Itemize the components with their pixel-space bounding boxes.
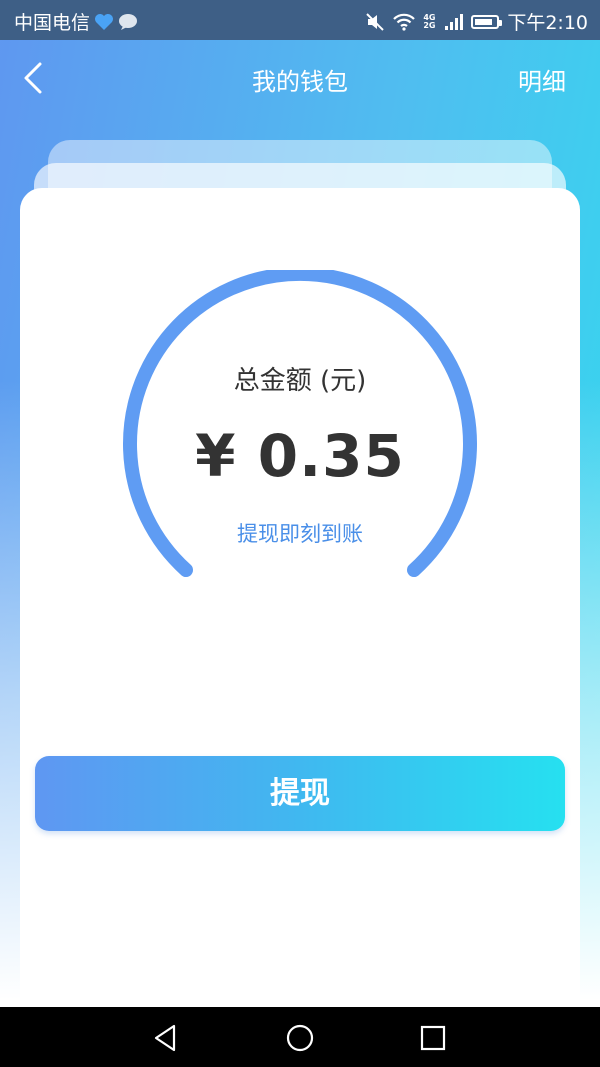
- header: 我的钱包 明细: [0, 40, 600, 118]
- status-bar: 中国电信 4G 2G 下午2:10: [0, 0, 600, 40]
- instant-arrival-note: 提现即刻到账: [237, 522, 363, 546]
- heart-icon: [94, 13, 114, 31]
- mute-icon: [365, 12, 385, 32]
- battery-level: [475, 18, 493, 25]
- circle-home-icon: [286, 1024, 314, 1052]
- detail-link[interactable]: 明细: [518, 62, 566, 97]
- wifi-icon: [393, 13, 416, 31]
- nav-back-button[interactable]: [150, 1021, 184, 1055]
- withdraw-button[interactable]: 提现: [35, 756, 565, 831]
- network-type: 4G 2G: [423, 12, 436, 30]
- wallet-card: 总金额 (元) ¥ 0.35 提现即刻到账 提现: [20, 188, 580, 1007]
- status-time: 下午2:10: [507, 12, 588, 34]
- nav-recent-button[interactable]: [416, 1021, 450, 1055]
- status-left: 中国电信: [14, 8, 138, 35]
- balance-amount: ¥ 0.35: [195, 422, 405, 490]
- carrier-name: 中国电信: [14, 12, 91, 34]
- chat-bubble-icon: [118, 13, 138, 31]
- page-title: 我的钱包: [252, 68, 348, 96]
- system-nav-bar: [0, 1007, 600, 1067]
- nav-home-button[interactable]: [283, 1021, 317, 1055]
- triangle-back-icon: [154, 1024, 176, 1052]
- status-right: 4G 2G 下午2:10: [365, 8, 588, 35]
- signal-icon: [445, 13, 464, 30]
- square-recent-icon: [420, 1025, 446, 1051]
- battery-icon: [471, 14, 503, 29]
- balance-label: 总金额 (元): [233, 366, 367, 396]
